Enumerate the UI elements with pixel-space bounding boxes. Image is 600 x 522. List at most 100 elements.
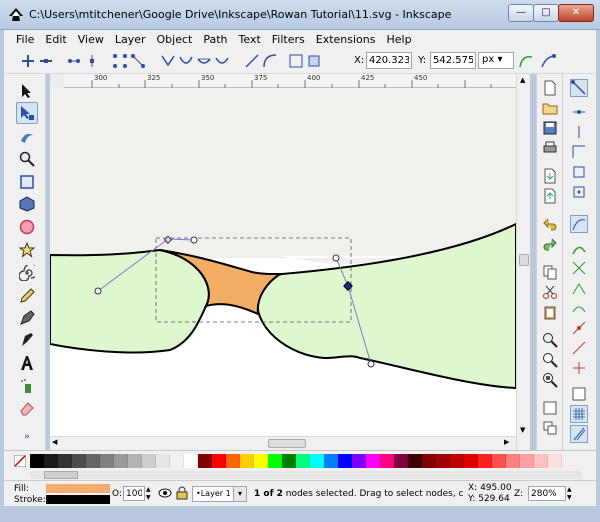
smooth-node-icon[interactable] [178,53,194,69]
color-swatch[interactable] [366,454,380,468]
color-swatch[interactable] [268,454,282,468]
segment-curve-icon[interactable] [262,53,278,69]
print-icon[interactable] [542,140,558,156]
color-swatch[interactable] [450,454,464,468]
palette-scroll-thumb[interactable] [44,471,78,479]
snap-bbox-icon[interactable] [571,104,587,120]
spiral-tool[interactable] [16,262,38,284]
x-coordinate-input[interactable] [366,52,412,69]
snap-rotation-center-icon[interactable] [571,360,587,376]
color-swatch[interactable] [226,454,240,468]
color-swatch[interactable] [296,454,310,468]
save-icon[interactable] [542,120,558,136]
color-swatch[interactable] [436,454,450,468]
menu-file[interactable]: File [16,33,34,46]
snap-grid-icon[interactable] [570,405,588,423]
stroke-to-path-icon[interactable] [306,53,322,69]
auto-smooth-icon[interactable] [214,53,230,69]
handle-node[interactable] [190,236,198,244]
snap-bbox-edge-icon[interactable] [571,124,587,140]
object-to-path-icon[interactable] [288,53,304,69]
color-swatch[interactable] [100,454,114,468]
green-blob-left[interactable] [50,248,210,354]
color-swatch[interactable] [114,454,128,468]
color-swatch[interactable] [30,454,44,468]
color-swatch[interactable] [128,454,142,468]
zoom-selection-icon[interactable] [542,332,558,348]
color-swatch[interactable] [534,454,548,468]
vertical-scroll-thumb[interactable] [519,254,529,266]
snap-bbox-center-icon[interactable] [571,184,587,200]
clone-icon[interactable] [542,420,558,436]
units-select[interactable]: px ▾ [478,52,514,69]
horizontal-scrollbar[interactable]: ◀ ▶ [50,436,516,450]
eye-visibility-icon[interactable] [158,487,172,499]
vertical-scrollbar[interactable]: ▲ ▼ [516,74,530,450]
horizontal-scroll-thumb[interactable] [268,439,306,448]
layer-dropdown-chevron-icon[interactable]: ▾ [233,486,247,502]
color-swatch[interactable] [422,454,436,468]
scroll-left-icon[interactable]: ◀ [52,438,57,446]
snap-midpoint-icon[interactable] [571,320,587,336]
snap-nodes-icon[interactable] [570,215,588,233]
opacity-input[interactable] [123,486,145,501]
snap-object-center-icon[interactable] [571,340,587,356]
color-swatch[interactable] [142,454,156,468]
snap-intersection-icon[interactable] [571,260,587,276]
export-icon[interactable] [542,188,558,204]
color-swatch[interactable] [324,454,338,468]
color-swatch[interactable] [58,454,72,468]
color-swatch[interactable] [394,454,408,468]
zoom-drawing-icon[interactable] [542,352,558,368]
horizontal-ruler[interactable]: 300 325 350 375 400 425 450 [64,74,516,88]
join-segment-icon[interactable] [112,53,128,69]
color-swatch[interactable] [506,454,520,468]
palette-scrollbar[interactable] [30,471,582,479]
color-swatch[interactable] [44,454,58,468]
snap-smooth-icon[interactable] [571,300,587,316]
handle-node[interactable] [94,287,102,295]
color-swatch[interactable] [338,454,352,468]
zoom-tool[interactable] [16,148,38,170]
snap-paths-icon[interactable] [571,240,587,256]
enable-snapping-icon[interactable] [570,79,588,97]
pencil-tool[interactable] [16,285,38,307]
color-swatch[interactable] [310,454,324,468]
lock-icon[interactable] [176,486,188,500]
color-swatch[interactable] [408,454,422,468]
selector-tool[interactable] [16,80,38,102]
color-swatch[interactable] [548,454,562,468]
segment-line-icon[interactable] [244,53,260,69]
cusp-node-icon[interactable] [160,53,176,69]
delete-node-icon[interactable] [38,53,54,69]
text-tool[interactable] [16,352,38,374]
scroll-right-icon[interactable]: ▶ [504,438,509,446]
menu-path[interactable]: Path [203,33,227,46]
color-swatch[interactable] [380,454,394,468]
menu-edit[interactable]: Edit [45,33,66,46]
color-swatch[interactable] [520,454,534,468]
color-swatch[interactable] [170,454,184,468]
delete-segment-icon[interactable] [130,53,146,69]
opacity-spinner[interactable]: ▲ ▼ [146,486,154,502]
color-swatch[interactable] [478,454,492,468]
node-tool[interactable] [16,102,38,124]
redo-icon[interactable] [542,236,558,252]
menu-filters[interactable]: Filters [272,33,305,46]
handle-node[interactable] [332,254,340,262]
snap-guide-icon[interactable] [570,425,588,443]
zoom-input[interactable] [528,486,566,501]
paste-icon[interactable] [542,304,558,320]
menu-view[interactable]: View [78,33,104,46]
menu-layer[interactable]: Layer [115,33,146,46]
undo-icon[interactable] [542,216,558,232]
color-swatch[interactable] [282,454,296,468]
color-swatch[interactable] [492,454,506,468]
color-swatch[interactable] [254,454,268,468]
snap-bbox-corner-icon[interactable] [571,144,587,160]
snap-bbox-midpoint-icon[interactable] [571,164,587,180]
new-document-icon[interactable] [542,80,558,96]
eraser-tool[interactable] [16,397,38,419]
zoom-page-icon[interactable] [542,372,558,388]
open-folder-icon[interactable] [542,100,558,116]
